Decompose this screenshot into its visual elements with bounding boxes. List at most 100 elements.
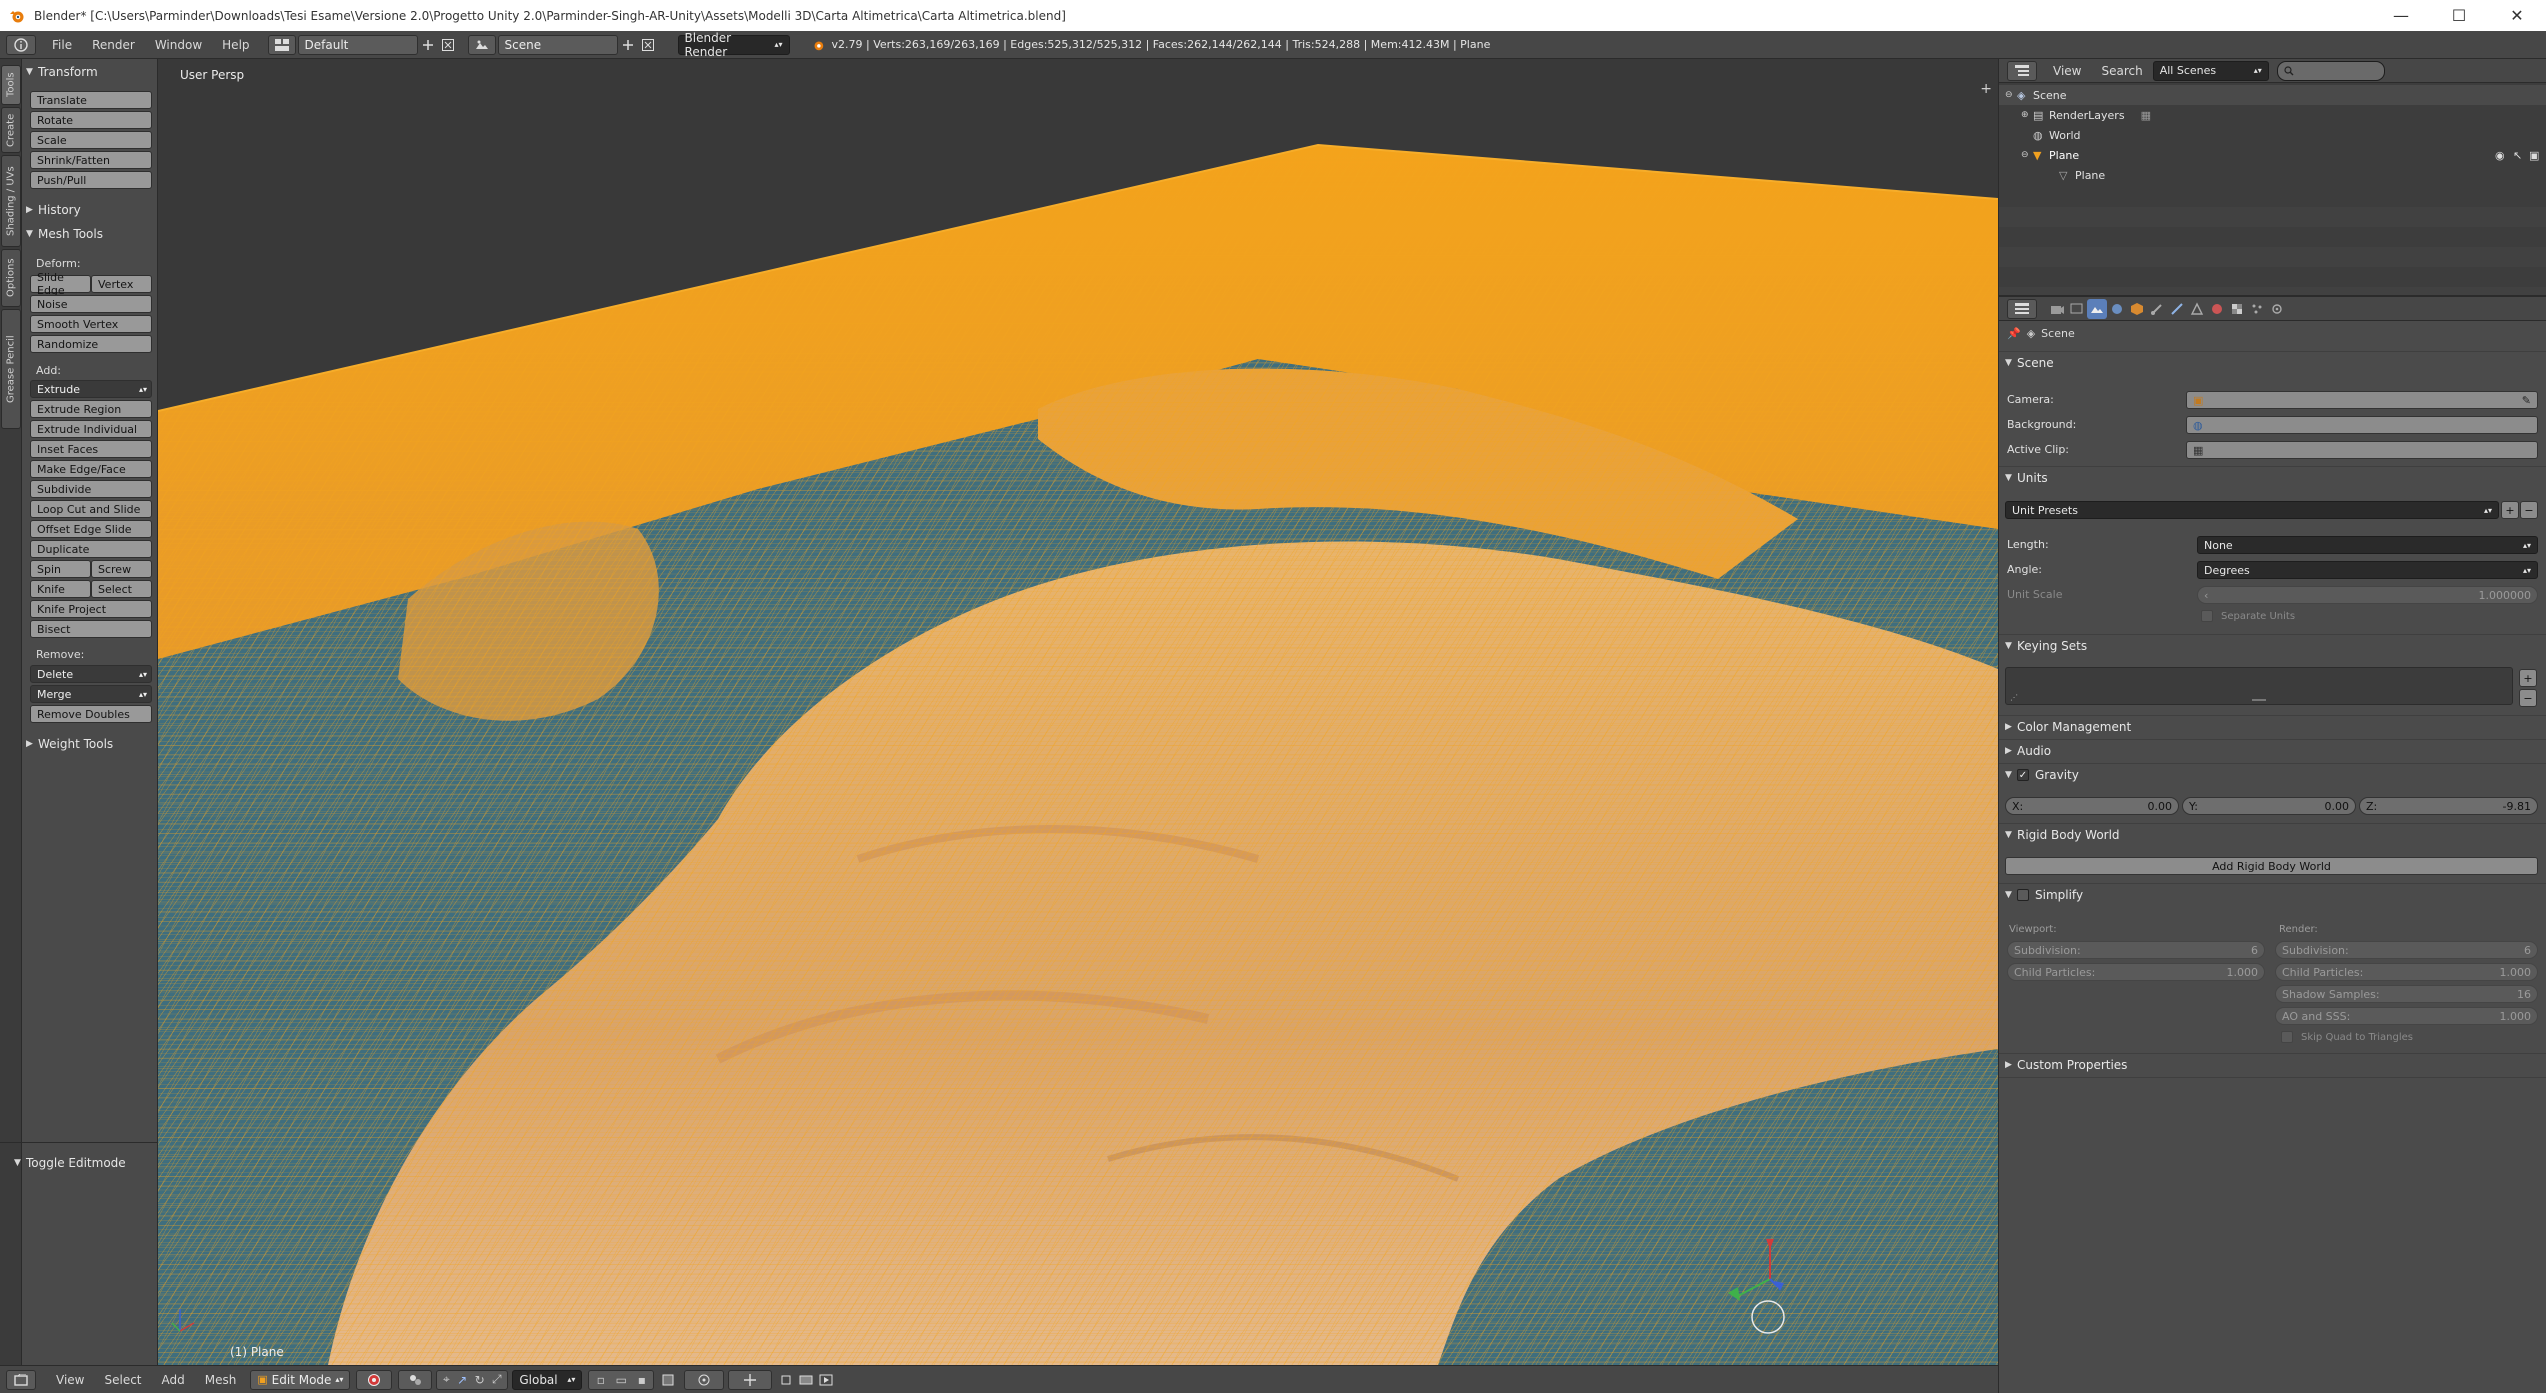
viewport-shading-dropdown[interactable] xyxy=(356,1369,393,1390)
shrink-fatten-button[interactable]: Shrink/Fatten xyxy=(30,151,152,169)
tab-options[interactable]: Options xyxy=(1,249,21,307)
proportional-editing-dropdown[interactable] xyxy=(684,1369,725,1390)
menu-select[interactable]: Select xyxy=(94,1373,151,1387)
tab-shading-uvs[interactable]: Shading / UVs xyxy=(1,155,21,247)
mesh-tools-panel-header[interactable]: ▼ Mesh Tools xyxy=(22,223,158,245)
rotate-button[interactable]: Rotate xyxy=(30,111,152,129)
pin-icon[interactable]: 📌 xyxy=(2007,327,2021,340)
screen-layout-icon[interactable] xyxy=(267,34,296,55)
physics-tab-icon[interactable] xyxy=(2267,299,2287,319)
editor-type-outliner-icon[interactable] xyxy=(2007,60,2037,81)
units-panel-header[interactable]: ▼ Units xyxy=(2005,468,2535,488)
active-clip-field[interactable]: ▦ xyxy=(2186,441,2538,459)
toggle-editmode-panel-header[interactable]: ▼ Toggle Editmode xyxy=(10,1152,158,1174)
scene-panel-header[interactable]: ▼ Scene xyxy=(2005,353,2535,373)
screw-button[interactable]: Screw xyxy=(91,560,152,578)
manipulator-toggle-icon[interactable]: ⌖ xyxy=(443,1372,450,1387)
constraints-tab-icon[interactable] xyxy=(2147,299,2167,319)
knife-select-button[interactable]: Select xyxy=(91,580,152,598)
loop-cut-and-slide-button[interactable]: Loop Cut and Slide xyxy=(30,500,152,518)
merge-dropdown[interactable]: Merge ▴▾ xyxy=(30,685,152,703)
shadow-samples-field[interactable]: Shadow Samples: 16 xyxy=(2275,985,2538,1003)
outliner-menu-view[interactable]: View xyxy=(2043,64,2091,78)
add-scene-icon[interactable] xyxy=(618,35,638,55)
vertex-select-icon[interactable]: ▫ xyxy=(597,1373,605,1387)
tab-tools[interactable]: Tools xyxy=(1,65,21,105)
tab-create[interactable]: Create xyxy=(1,107,21,153)
checkbox-box[interactable] xyxy=(2281,1031,2293,1043)
gravity-z-field[interactable]: Z: -9.81 xyxy=(2359,797,2538,815)
gravity-x-field[interactable]: X: 0.00 xyxy=(2005,797,2179,815)
keying-sets-list[interactable]: ⋰ xyxy=(2005,667,2513,705)
texture-tab-icon[interactable] xyxy=(2227,299,2247,319)
tab-grease-pencil[interactable]: Grease Pencil xyxy=(1,309,21,429)
rotate-manipulator-icon[interactable]: ↻ xyxy=(475,1373,485,1387)
world-tab-icon[interactable] xyxy=(2107,299,2127,319)
data-tab-icon[interactable] xyxy=(2187,299,2207,319)
renderable-camera-icon[interactable]: ▣ xyxy=(2529,149,2539,162)
outliner-row-plane-object[interactable]: ⊖ ▼ Plane ◉ ↖ ▣ xyxy=(1999,145,2546,165)
render-engine-dropdown[interactable]: Blender Render ▴▾ xyxy=(677,31,790,59)
render-tab-camera-icon[interactable] xyxy=(2047,299,2067,319)
render-preview-icon[interactable] xyxy=(796,1370,816,1390)
inset-faces-button[interactable]: Inset Faces xyxy=(30,440,152,458)
delete-dropdown[interactable]: Delete ▴▾ xyxy=(30,665,152,683)
extrude-individual-button[interactable]: Extrude Individual xyxy=(30,420,152,438)
render-child-particles-field[interactable]: Child Particles: 1.000 xyxy=(2275,963,2538,981)
layer-buttons[interactable]: ▫ ▭ ▪ xyxy=(588,1369,655,1390)
collapse-toggle-icon[interactable]: ⊖ xyxy=(2021,150,2033,160)
render-animation-icon[interactable] xyxy=(816,1370,836,1390)
display-mode-dropdown[interactable]: All Scenes ▴▾ xyxy=(2152,60,2269,81)
mode-dropdown[interactable]: ▣ Edit Mode ▴▾ xyxy=(250,1369,351,1390)
remove-scene-icon[interactable] xyxy=(638,35,658,55)
viewport-subdivision-field[interactable]: Subdivision: 6 xyxy=(2007,941,2265,959)
menu-mesh[interactable]: Mesh xyxy=(195,1373,247,1387)
snap-element-dropdown[interactable] xyxy=(728,1369,773,1390)
transform-orientation-dropdown[interactable]: Global ▴▾ xyxy=(512,1369,583,1390)
screen-layout-field[interactable]: Default xyxy=(297,34,418,55)
slide-vertex-button[interactable]: Vertex xyxy=(91,275,152,293)
smooth-vertex-button[interactable]: Smooth Vertex xyxy=(30,315,152,333)
skip-quad-checkbox[interactable]: Skip Quad to Triangles xyxy=(2281,1031,2413,1043)
limit-selection-icon[interactable] xyxy=(658,1370,678,1390)
menu-window[interactable]: Window xyxy=(145,38,212,52)
scene-field[interactable]: Scene xyxy=(497,34,618,55)
editor-type-3dview-icon[interactable] xyxy=(6,1369,36,1390)
list-resize-grip-icon[interactable] xyxy=(2252,699,2266,701)
rigid-body-world-panel-header[interactable]: ▼ Rigid Body World xyxy=(2005,825,2535,845)
outliner-row-plane-mesh[interactable]: ▽ Plane xyxy=(1999,165,2546,185)
subdivide-button[interactable]: Subdivide xyxy=(30,480,152,498)
gravity-panel-header[interactable]: ▼ ✓ Gravity xyxy=(2005,765,2535,785)
angle-unit-dropdown[interactable]: Degrees ▴▾ xyxy=(2197,561,2538,579)
checkbox-box[interactable] xyxy=(2201,610,2213,622)
audio-panel-header[interactable]: ▶ Audio xyxy=(2005,741,2535,761)
face-select-icon[interactable]: ▪ xyxy=(638,1373,646,1387)
gravity-y-field[interactable]: Y: 0.00 xyxy=(2182,797,2356,815)
translate-manipulator-icon[interactable]: ↗ xyxy=(457,1373,467,1387)
background-field[interactable]: ◍ xyxy=(2186,416,2538,434)
spin-button[interactable]: Spin xyxy=(30,560,91,578)
outliner-search-input[interactable] xyxy=(2276,60,2385,81)
menu-help[interactable]: Help xyxy=(212,38,259,52)
remove-keying-set-button[interactable]: − xyxy=(2519,689,2537,707)
slide-edge-button[interactable]: Slide Edge xyxy=(30,271,91,297)
keying-sets-panel-header[interactable]: ▼ Keying Sets xyxy=(2005,636,2535,656)
outliner-row-scene[interactable]: ⊖ ◈ Scene xyxy=(1999,85,2546,105)
particles-tab-icon[interactable] xyxy=(2247,299,2267,319)
randomize-button[interactable]: Randomize xyxy=(30,335,152,353)
translate-button[interactable]: Translate xyxy=(30,91,152,109)
collapse-toggle-icon[interactable]: ⊖ xyxy=(2005,90,2017,100)
menu-file[interactable]: File xyxy=(42,38,82,52)
length-unit-dropdown[interactable]: None ▴▾ xyxy=(2197,536,2538,554)
add-layout-icon[interactable] xyxy=(418,35,438,55)
menu-add[interactable]: Add xyxy=(152,1373,195,1387)
simplify-panel-header[interactable]: ▼ Simplify xyxy=(2005,885,2535,905)
editor-type-info-icon[interactable] xyxy=(6,34,36,55)
maximize-button[interactable]: ☐ xyxy=(2430,0,2488,31)
scale-button[interactable]: Scale xyxy=(30,131,152,149)
remove-layout-icon[interactable] xyxy=(438,35,458,55)
remove-doubles-button[interactable]: Remove Doubles xyxy=(30,705,152,723)
outliner-row-world[interactable]: ◍ World xyxy=(1999,125,2546,145)
remove-preset-button[interactable]: − xyxy=(2520,501,2538,519)
add-rigid-body-world-button[interactable]: Add Rigid Body World xyxy=(2005,857,2538,875)
